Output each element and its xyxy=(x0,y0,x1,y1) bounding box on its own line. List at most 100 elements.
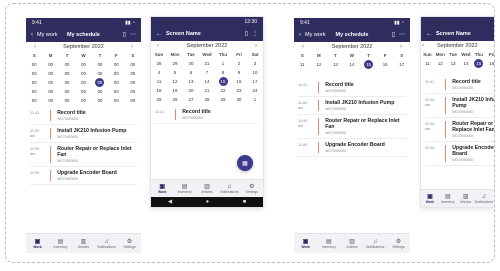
day-cell[interactable]: 14 xyxy=(199,79,215,84)
day-cell[interactable]: 26 xyxy=(167,97,183,102)
day-cell[interactable]: 00 xyxy=(125,98,141,103)
home-icon[interactable]: ● xyxy=(206,199,209,205)
day-cell[interactable]: 00 xyxy=(42,98,58,103)
day-cell[interactable]: 00 xyxy=(26,80,42,85)
tab-notifications[interactable]: ♫ Notifications xyxy=(218,180,240,197)
day-cell[interactable]: 28 xyxy=(199,97,215,102)
tab-notifications[interactable]: ♫ Notifications xyxy=(364,234,387,253)
day-cell[interactable]: 14 xyxy=(344,62,361,67)
day-cell[interactable]: 00 xyxy=(75,98,91,103)
chevron-left-icon[interactable]: ‹ xyxy=(157,43,159,49)
day-cell[interactable]: 00 xyxy=(26,71,42,76)
tab-settings[interactable]: ⚙Settings xyxy=(241,180,263,197)
tab-notifications[interactable]: ♫ Notifications xyxy=(475,190,493,207)
day-cell[interactable]: 00 xyxy=(108,80,124,85)
back-label[interactable]: My work xyxy=(37,32,57,38)
day-cell[interactable]: 00 xyxy=(125,80,141,85)
day-cell[interactable]: 17 xyxy=(393,62,410,67)
tab-work[interactable]: ▣ Work xyxy=(421,190,439,207)
record-item[interactable]: 11:00 am Install JK210 Infusion PumpWO700… xyxy=(425,94,494,118)
day-cell[interactable]: 16 xyxy=(231,79,247,84)
day-cell[interactable]: 1 xyxy=(215,61,231,66)
day-cell[interactable]: 29 xyxy=(215,97,231,102)
day-cell[interactable]: 16 xyxy=(485,61,494,66)
day-cell[interactable]: 25 xyxy=(151,97,167,102)
day-cell[interactable]: 00 xyxy=(75,89,91,94)
chevron-left-icon[interactable]: ‹ xyxy=(31,32,33,38)
tab-work[interactable]: ▣ Work xyxy=(26,234,49,253)
day-cell[interactable]: 00 xyxy=(125,89,141,94)
record-item[interactable]: 11:41 Record title WO70050000 xyxy=(298,79,406,97)
chevron-left-icon[interactable]: ‹ xyxy=(299,32,301,38)
bookmark-icon[interactable]: ▯ xyxy=(123,32,126,38)
day-cell[interactable]: 00 xyxy=(75,62,91,67)
back-label[interactable]: My work xyxy=(305,32,325,38)
day-cell[interactable]: 00 xyxy=(42,80,58,85)
record-item[interactable]: 11:41 Record title WO70050000 xyxy=(155,106,259,124)
day-cell[interactable]: 7 xyxy=(199,70,215,75)
record-item[interactable]: 11:00 am Router Repair or Replace Inlet F… xyxy=(425,118,494,142)
tab-settings[interactable]: ⚙Settings xyxy=(387,234,410,253)
day-cell[interactable]: 10 xyxy=(247,70,263,75)
day-cell[interactable]: 13 xyxy=(183,79,199,84)
tab-work[interactable]: ▣ Work xyxy=(294,234,317,253)
back-arrow-icon[interactable]: ← xyxy=(156,31,162,37)
day-cell[interactable]: 00 xyxy=(108,89,124,94)
bookmark-icon[interactable]: ▯ xyxy=(245,31,248,37)
day-cell[interactable]: 29 xyxy=(167,61,183,66)
record-item[interactable]: 11:00 am Install JK210 Infusion PumpWO700… xyxy=(298,97,406,115)
record-item[interactable]: 11:00 Upgrade Encoder Board WO70050000 xyxy=(425,142,494,166)
day-cell[interactable]: 00 xyxy=(108,98,124,103)
tab-articles[interactable]: ▥ Articles xyxy=(457,190,475,207)
day-cell-selected[interactable]: 15 xyxy=(472,59,485,68)
chevron-left-icon[interactable]: ‹ xyxy=(34,44,36,50)
day-cell[interactable]: 00 xyxy=(92,62,108,67)
day-cell[interactable]: 12 xyxy=(434,61,447,66)
day-cell[interactable]: 00 xyxy=(59,62,75,67)
day-cell[interactable]: 00 xyxy=(26,62,42,67)
chevron-left-icon[interactable]: ‹ xyxy=(422,43,424,49)
back-icon[interactable]: ◀ xyxy=(168,199,172,205)
day-cell[interactable]: 00 xyxy=(59,89,75,94)
day-cell[interactable]: 20 xyxy=(183,88,199,93)
day-cell[interactable]: 28 xyxy=(151,61,167,66)
tab-notifications[interactable]: ♫ Notifications xyxy=(95,234,118,253)
day-cell[interactable]: 27 xyxy=(183,97,199,102)
day-cell[interactable]: 00 xyxy=(26,89,42,94)
chevron-left-icon[interactable]: ‹ xyxy=(302,44,304,50)
day-cell-selected[interactable]: 00 xyxy=(92,78,108,87)
day-cell[interactable]: 00 xyxy=(42,89,58,94)
tab-inventory[interactable]: ▤ Inventory xyxy=(173,180,195,197)
day-cell[interactable]: 00 xyxy=(108,71,124,76)
day-cell[interactable]: 22 xyxy=(215,88,231,93)
chevron-right-icon[interactable]: › xyxy=(255,43,257,49)
day-cell[interactable]: 9 xyxy=(231,70,247,75)
day-cell[interactable]: 30 xyxy=(231,97,247,102)
day-cell[interactable]: 00 xyxy=(92,98,108,103)
tab-inventory[interactable]: ▤ Inventory xyxy=(317,234,340,253)
day-cell[interactable]: 11 xyxy=(151,79,167,84)
tab-inventory[interactable]: ▤ Inventory xyxy=(439,190,457,207)
day-cell[interactable]: 00 xyxy=(125,71,141,76)
day-cell[interactable]: 00 xyxy=(42,71,58,76)
tab-articles[interactable]: ▥ Articles xyxy=(72,234,95,253)
day-cell[interactable]: 19 xyxy=(167,88,183,93)
day-cell-selected[interactable]: 15 xyxy=(215,77,231,86)
day-cell[interactable]: 2 xyxy=(231,61,247,66)
record-item[interactable]: 11:00 am Router Repair or Replace Inlet F… xyxy=(298,115,406,139)
more-icon[interactable]: ⋯ xyxy=(399,32,405,38)
record-item[interactable]: 11:41 Record title WO70050000 xyxy=(30,107,137,125)
day-cell[interactable]: 14 xyxy=(460,61,473,66)
more-icon[interactable]: ⋯ xyxy=(130,32,136,38)
day-cell[interactable]: 12 xyxy=(167,79,183,84)
day-cell[interactable]: 00 xyxy=(42,62,58,67)
day-cell[interactable]: 00 xyxy=(59,71,75,76)
day-cell-selected[interactable]: 15 xyxy=(360,60,377,69)
tab-work[interactable]: ▣ Work xyxy=(151,180,173,197)
day-cell[interactable]: 00 xyxy=(75,80,91,85)
day-cell[interactable]: 30 xyxy=(183,61,199,66)
day-cell[interactable]: 21 xyxy=(199,88,215,93)
record-item[interactable]: 11:41 Record title WO70050000 xyxy=(425,76,494,94)
day-cell[interactable]: 24 xyxy=(247,88,263,93)
day-cell[interactable]: 17 xyxy=(247,79,263,84)
